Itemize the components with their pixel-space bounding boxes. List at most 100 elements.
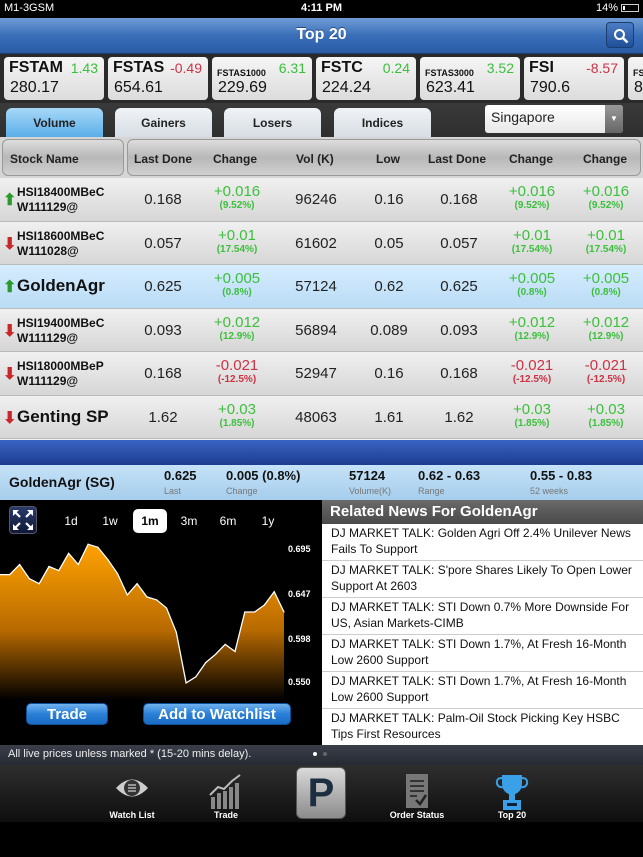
table-row[interactable]: ⬇ HSI18000MBeP W111129@ 0.168 -0.021 (-12.5%)… bbox=[0, 352, 643, 396]
tab-label: Trade bbox=[213, 810, 238, 820]
p-logo-button[interactable]: P bbox=[296, 767, 346, 819]
change-percent: (0.8%) bbox=[222, 287, 252, 298]
col-stock-name[interactable]: Stock Name bbox=[10, 152, 79, 166]
page-indicator[interactable] bbox=[313, 752, 327, 756]
y-tick-label: 0.695 bbox=[288, 544, 311, 554]
tab-losers[interactable]: Losers bbox=[224, 108, 321, 137]
stock-name: HSI19400MBeC W111129@ bbox=[17, 316, 104, 346]
change-cell: +0.03 (1.85%) bbox=[202, 401, 272, 429]
trade-button[interactable]: Trade bbox=[26, 703, 108, 725]
stock-name: HSI18400MBeC W111129@ bbox=[17, 185, 104, 215]
price-point bbox=[107, 558, 109, 561]
change-percent: (9.52%) bbox=[588, 200, 624, 211]
tab-label: Top 20 bbox=[497, 810, 527, 820]
news-item[interactable]: DJ MARKET TALK: STI Down 1.7%, At Fresh … bbox=[322, 635, 643, 672]
change-cell-3: +0.012 (12.9%) bbox=[571, 314, 641, 342]
price-point bbox=[273, 591, 275, 593]
price-point bbox=[28, 578, 30, 580]
detail-area: 1d 1w 1m 3m 6m 1y 0.695 0.647 0.598 0.55… bbox=[0, 500, 643, 745]
col-change-3[interactable]: Change bbox=[583, 152, 627, 166]
ticker-item[interactable]: FSTAS3000 3.52 623.41 bbox=[420, 57, 520, 100]
battery-icon bbox=[621, 4, 639, 12]
detail-last-label: Last bbox=[164, 486, 182, 496]
news-header: Related News For GoldenAgr bbox=[322, 500, 643, 524]
table-row[interactable]: ⬆ HSI18400MBeC W111129@ 0.168 +0.016 (9.52%) 9… bbox=[0, 178, 643, 222]
table-row[interactable]: ⬆ GoldenAgr 0.625 +0.005 (0.8%) 57124 0.62 0.62… bbox=[0, 265, 643, 309]
price-point bbox=[116, 573, 119, 575]
table-row[interactable]: ⬇ Genting SP 1.62 +0.03 (1.85%) 48063 1.61 1.62… bbox=[0, 395, 643, 439]
eye-icon bbox=[116, 779, 148, 797]
last-done-cell: 0.057 bbox=[144, 234, 182, 252]
news-item[interactable]: DJ MARKET TALK: S'pore Shares Likely To … bbox=[322, 561, 643, 598]
ticker-name: FSTC bbox=[321, 59, 363, 76]
detail-52week: 0.55 - 0.83 bbox=[530, 468, 593, 483]
price-point bbox=[18, 563, 21, 566]
low-cell: 1.61 bbox=[374, 408, 404, 426]
last-done-cell-2: 0.168 bbox=[440, 365, 478, 382]
y-tick-label: 0.598 bbox=[288, 634, 311, 644]
change-cell-2: +0.016 (9.52%) bbox=[497, 183, 567, 211]
change-percent: (17.54%) bbox=[585, 243, 627, 255]
change-value: +0.005 bbox=[508, 270, 556, 287]
col-last-done[interactable]: Last Done bbox=[134, 152, 192, 166]
list-tabs: Volume Gainers Losers Indices Singapore … bbox=[0, 103, 643, 137]
price-point bbox=[77, 563, 79, 566]
chevron-down-icon: ▼ bbox=[605, 105, 623, 133]
ticker-item[interactable]: FSTC 0.24 224.24 bbox=[316, 57, 416, 100]
table-row[interactable]: ⬇ HSI19400MBeC W111129@ 0.093 +0.012 (12.9%) 5… bbox=[0, 308, 643, 352]
stock-name: HSI18600MBeC W111028@ bbox=[17, 229, 104, 259]
last-done-cell-2: 0.168 bbox=[440, 191, 478, 208]
price-point bbox=[263, 604, 266, 606]
col-change-2[interactable]: Change bbox=[509, 152, 553, 166]
news-item[interactable]: DJ MARKET TALK: STI Down 1.7%, At Fresh … bbox=[322, 672, 643, 709]
add-to-watchlist-button[interactable]: Add to Watchlist bbox=[143, 703, 291, 725]
col-change[interactable]: Change bbox=[213, 152, 257, 166]
trend-down-icon: ⬇ bbox=[3, 366, 17, 383]
ticker-change: 3.52 bbox=[486, 60, 514, 76]
detail-change-label: Change bbox=[226, 486, 258, 496]
change-percent: (1.85%) bbox=[219, 417, 255, 429]
price-point bbox=[214, 653, 217, 656]
p-logo-icon: P bbox=[307, 771, 335, 815]
news-item[interactable]: DJ MARKET TALK: Golden Agri Off 2.4% Uni… bbox=[322, 524, 643, 561]
col-volume[interactable]: Vol (K) bbox=[296, 152, 334, 166]
change-value: +0.03 bbox=[218, 400, 256, 418]
stock-name-line1: HSI18000MBeP bbox=[17, 359, 104, 373]
price-point bbox=[87, 543, 89, 545]
ticker-change: 6.31 bbox=[278, 60, 306, 76]
stock-name: GoldenAgr bbox=[17, 276, 105, 295]
ticker-item[interactable]: FSTAS -0.49 654.61 bbox=[108, 57, 208, 100]
change-value: +0.01 bbox=[587, 226, 625, 244]
index-ticker: FSTAM 1.43 280.17 FSTAS -0.49 654.61 FSTAS1000… bbox=[0, 54, 643, 103]
col-last-done-2[interactable]: Last Done bbox=[428, 152, 486, 166]
search-button[interactable] bbox=[606, 22, 634, 48]
ticker-item[interactable]: FSTAS817. bbox=[628, 57, 643, 100]
last-done-cell: 0.093 bbox=[144, 321, 182, 339]
tab-indices[interactable]: Indices bbox=[334, 108, 431, 137]
ticker-item[interactable]: FSTAM 1.43 280.17 bbox=[4, 57, 104, 100]
last-done-cell: 0.625 bbox=[144, 278, 182, 295]
tab-gainers[interactable]: Gainers bbox=[115, 108, 212, 137]
price-point bbox=[136, 583, 138, 585]
last-done-cell: 0.168 bbox=[144, 191, 182, 208]
table-row[interactable]: ⬇ HSI18600MBeC W111028@ 0.057 +0.01 (17.54%) 6… bbox=[0, 221, 643, 265]
ticker-item[interactable]: FSTAS1000 6.31 229.69 bbox=[212, 57, 312, 100]
ticker-change: -0.49 bbox=[170, 60, 202, 76]
table-row[interactable]: ⬇NEXT-GENSATELLITE CO...0.008+0.001(12.5… bbox=[0, 439, 643, 440]
price-area bbox=[0, 544, 284, 700]
col-low[interactable]: Low bbox=[376, 152, 400, 166]
market-select[interactable]: Singapore ▼ bbox=[485, 105, 623, 133]
change-cell: +0.005 (0.8%) bbox=[202, 270, 272, 298]
volume-cell: 57124 bbox=[295, 278, 337, 295]
tab-volume[interactable]: Volume bbox=[6, 108, 103, 137]
ticker-item[interactable]: FSI -8.57 790.6 bbox=[524, 57, 624, 100]
change-cell-2: +0.01 (17.54%) bbox=[497, 227, 567, 255]
last-done-cell: 0.168 bbox=[144, 365, 182, 382]
news-item[interactable]: DJ MARKET TALK: STI Down 0.7% More Downs… bbox=[322, 598, 643, 635]
volume-cell: 61602 bbox=[295, 234, 337, 252]
page-title: Top 20 bbox=[296, 26, 347, 43]
news-item[interactable]: DJ MARKET TALK: Palm-Oil Stock Picking K… bbox=[322, 709, 643, 745]
y-tick-label: 0.647 bbox=[288, 589, 311, 599]
price-point bbox=[234, 650, 236, 653]
ticker-value: 623.41 bbox=[426, 79, 475, 96]
